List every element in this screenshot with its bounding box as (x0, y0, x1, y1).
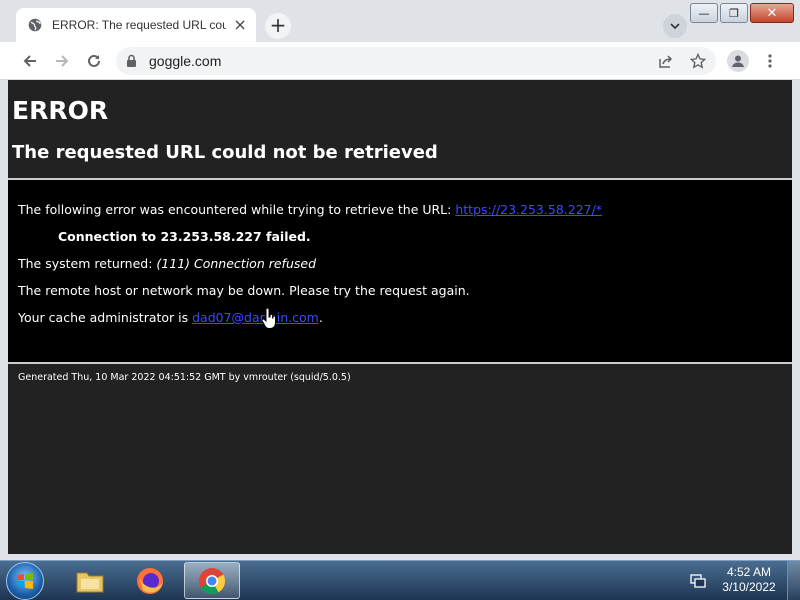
page-subtitle: The requested URL could not be retrieved (12, 142, 438, 163)
more-vert-icon (768, 54, 772, 68)
error-url-prefix: The following error was encountered whil… (18, 202, 456, 217)
star-icon (690, 53, 706, 69)
browser-window: ERROR: The requested URL could not be re… (0, 0, 800, 560)
cache-admin-line: Your cache administrator is dad07@darmin… (18, 310, 323, 325)
bookmark-button[interactable] (688, 51, 708, 71)
network-icon[interactable] (690, 573, 706, 589)
page-title: ERROR (12, 96, 109, 125)
reload-icon (88, 54, 100, 67)
globe-icon (28, 18, 42, 32)
remote-host-line: The remote host or network may be down. … (18, 283, 470, 298)
taskbar-chrome[interactable] (184, 562, 240, 599)
show-desktop-button[interactable] (787, 561, 800, 600)
clock-date: 3/10/2022 (722, 580, 776, 594)
error-url-line: The following error was encountered whil… (18, 202, 602, 217)
folder-icon (76, 572, 104, 592)
address-text: goggle.com (149, 53, 222, 69)
arrow-left-icon (23, 55, 36, 67)
generated-footer: Generated Thu, 10 Mar 2022 04:51:52 GMT … (18, 372, 351, 383)
hand-cursor-icon (261, 308, 276, 329)
menu-button[interactable] (760, 51, 780, 71)
profile-button[interactable] (727, 50, 749, 72)
cache-admin-suffix: . (318, 310, 323, 325)
connection-failed-line: Connection to 23.253.58.227 failed. (58, 229, 311, 244)
address-bar[interactable]: goggle.com (116, 47, 716, 75)
share-icon (659, 55, 673, 68)
cache-admin-prefix: Your cache administrator is (18, 310, 193, 325)
lock-icon (127, 54, 136, 67)
windows-logo-icon (17, 573, 33, 589)
avatar-icon (732, 55, 744, 67)
error-page: ERROR The requested URL could not be ret… (8, 80, 792, 554)
tab-search-button[interactable] (663, 14, 687, 38)
tab-close-icon[interactable]: × (232, 17, 248, 33)
system-returned-prefix: The system returned: (18, 256, 157, 271)
taskbar: 4:52 AM 3/10/2022 (0, 560, 800, 600)
window-controls: — ❐ ✕ (690, 3, 794, 23)
new-tab-button[interactable]: + (265, 13, 291, 39)
browser-toolbar: goggle.com (0, 42, 800, 80)
tab-title: ERROR: The requested URL could not be re… (52, 18, 227, 32)
divider (8, 362, 792, 364)
error-details: The following error was encountered whil… (8, 180, 792, 362)
forward-button[interactable] (52, 51, 72, 71)
back-button[interactable] (20, 51, 40, 71)
taskbar-file-explorer[interactable] (62, 562, 118, 599)
tab-error-page[interactable]: ERROR: The requested URL could not be re… (16, 8, 256, 42)
close-window-button[interactable]: ✕ (750, 3, 794, 23)
system-clock[interactable]: 4:52 AM 3/10/2022 (716, 565, 782, 595)
start-button[interactable] (6, 562, 44, 600)
reload-button[interactable] (84, 51, 104, 71)
share-button[interactable] (656, 51, 676, 71)
tab-strip: ERROR: The requested URL could not be re… (0, 0, 800, 42)
maximize-button[interactable]: ❐ (720, 3, 748, 23)
firefox-icon (137, 567, 163, 594)
arrow-right-icon (56, 55, 69, 67)
taskbar-firefox[interactable] (122, 562, 178, 599)
system-returned-error: (111) Connection refused (156, 256, 316, 271)
system-returned-line: The system returned: (111) Connection re… (18, 256, 316, 271)
cache-admin-email-link[interactable]: dad07@darmin.com (192, 310, 319, 325)
error-url-link[interactable]: https://23.253.58.227/* (455, 202, 602, 217)
chrome-icon (199, 567, 226, 594)
chevron-down-icon (670, 23, 680, 29)
minimize-button[interactable]: — (690, 3, 718, 23)
clock-time: 4:52 AM (726, 565, 772, 579)
